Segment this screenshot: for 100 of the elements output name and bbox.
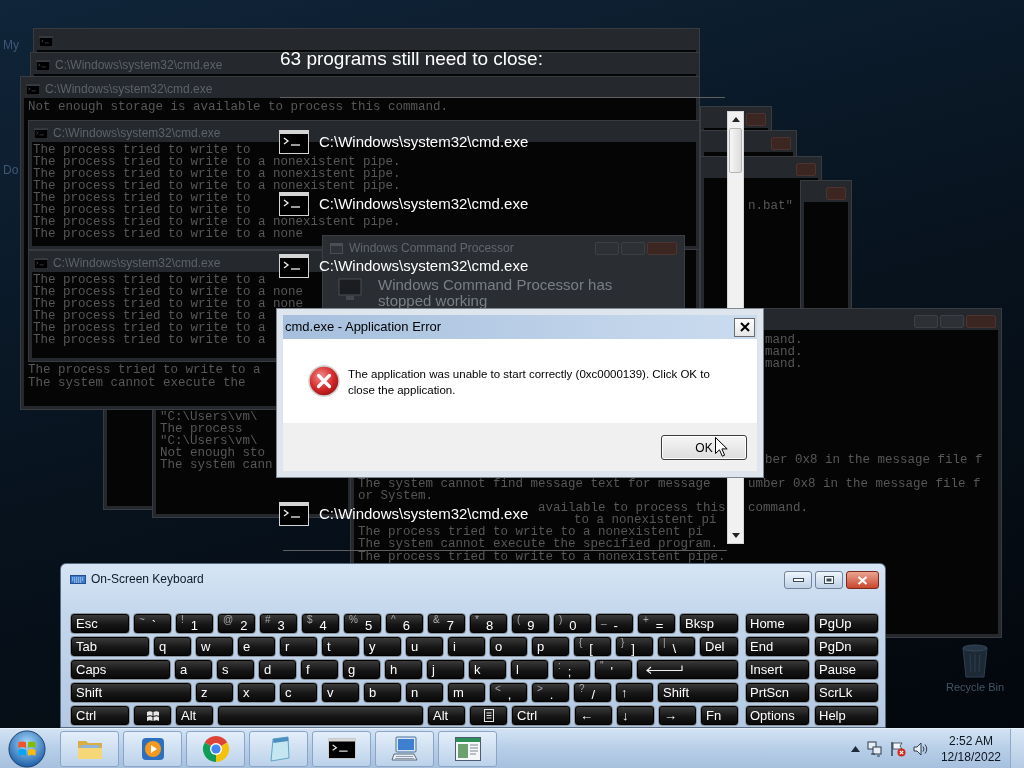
keyboard-key[interactable]: PrtScn — [745, 682, 810, 703]
keyboard-key[interactable]: a — [174, 659, 213, 680]
minimize-button[interactable] — [784, 571, 812, 589]
speaker-icon[interactable] — [912, 741, 928, 756]
keyboard-key[interactable]: ↓ — [616, 705, 655, 726]
keyboard-key[interactable]: Fn — [700, 705, 739, 726]
enter-key[interactable] — [636, 659, 739, 680]
keyboard-key[interactable]: PgDn — [814, 636, 879, 657]
caret-down-icon[interactable] — [731, 533, 740, 538]
keyboard-key[interactable]: n — [405, 682, 444, 703]
caret-up-icon[interactable] — [850, 745, 860, 752]
overlay-heading: 63 programs still need to close: — [280, 47, 543, 71]
keyboard-key[interactable]: z — [195, 682, 234, 703]
space-key[interactable] — [217, 705, 424, 726]
keyboard-key[interactable]: # 3 — [259, 613, 298, 634]
flag-alert-icon[interactable] — [889, 740, 906, 757]
keyboard-key[interactable]: Tab — [70, 636, 150, 657]
keyboard-key[interactable]: % 5 — [343, 613, 382, 634]
keyboard-key[interactable]: Ctrl — [70, 705, 130, 726]
maximize-button[interactable] — [815, 571, 843, 589]
console-icon — [34, 127, 48, 139]
keyboard-key[interactable]: Alt — [175, 705, 214, 726]
keyboard-key[interactable]: > . — [531, 682, 570, 703]
caret-up-icon[interactable] — [731, 117, 740, 122]
keyboard-key[interactable]: PgUp — [814, 613, 879, 634]
start-button[interactable] — [7, 729, 47, 768]
keyboard-key[interactable]: ? / — [573, 682, 612, 703]
keyboard-key[interactable]: ! 1 — [175, 613, 214, 634]
keyboard-key[interactable]: & 7 — [427, 613, 466, 634]
close-button[interactable] — [734, 317, 755, 337]
keyboard-key[interactable]: i — [447, 636, 486, 657]
keyboard-key[interactable]: o — [489, 636, 528, 657]
keyboard-key[interactable]: _ - — [595, 613, 634, 634]
keyboard-key[interactable]: @ 2 — [217, 613, 256, 634]
keyboard-key[interactable]: w — [195, 636, 234, 657]
keyboard-key[interactable]: u — [405, 636, 444, 657]
menu-key[interactable] — [469, 705, 508, 726]
keyboard-key[interactable]: q — [153, 636, 192, 657]
clock-date: 12/18/2022 — [940, 748, 1001, 765]
keyboard-key[interactable]: t — [321, 636, 360, 657]
keyboard-key[interactable]: Home — [745, 613, 810, 634]
keyboard-key[interactable]: { [ — [573, 636, 612, 657]
keyboard-key[interactable]: } ] — [615, 636, 654, 657]
keyboard-key[interactable]: Shift — [70, 682, 192, 703]
keyboard-key[interactable]: k — [468, 659, 507, 680]
keyboard-key[interactable]: f — [300, 659, 339, 680]
taskbar-button[interactable] — [438, 730, 497, 767]
keyboard-key[interactable]: m — [447, 682, 486, 703]
keyboard-key[interactable]: ScrLk — [814, 682, 879, 703]
keyboard-key[interactable]: End — [745, 636, 810, 657]
keyboard-key[interactable]: ( 9 — [511, 613, 550, 634]
keyboard-icon — [70, 574, 86, 584]
keyboard-key[interactable]: s — [216, 659, 255, 680]
keyboard-key[interactable]: l — [510, 659, 549, 680]
keyboard-key[interactable]: e — [237, 636, 276, 657]
keyboard-key[interactable]: : ; — [552, 659, 591, 680]
keyboard-key[interactable]: ~ ` — [133, 613, 172, 634]
keyboard-key[interactable]: g — [342, 659, 381, 680]
keyboard-key[interactable]: ) 0 — [553, 613, 592, 634]
keyboard-key[interactable]: → — [658, 705, 697, 726]
keyboard-key[interactable]: ↑ — [615, 682, 654, 703]
keyboard-key[interactable]: $ 4 — [301, 613, 340, 634]
keyboard-key[interactable]: + = — [637, 613, 676, 634]
keyboard-key[interactable]: h — [384, 659, 423, 680]
console-line: available to process this — [538, 502, 726, 514]
keyboard-key[interactable]: Ctrl — [511, 705, 571, 726]
keyboard-key[interactable]: " ' — [594, 659, 633, 680]
keyboard-key[interactable]: Shift — [657, 682, 739, 703]
keyboard-key[interactable]: ^ 6 — [385, 613, 424, 634]
keyboard-key[interactable]: v — [321, 682, 360, 703]
keyboard-key[interactable]: b — [363, 682, 402, 703]
keyboard-key[interactable]: ← — [574, 705, 613, 726]
keyboard-key[interactable]: p — [531, 636, 570, 657]
network-icon[interactable] — [866, 740, 883, 757]
console-line: The process tried to write to — [33, 204, 251, 216]
keyboard-key[interactable]: d — [258, 659, 297, 680]
keyboard-key[interactable]: Alt — [427, 705, 466, 726]
keyboard-key[interactable]: Pause — [814, 659, 879, 680]
keyboard-key[interactable]: < , — [489, 682, 528, 703]
window-icon — [330, 242, 343, 254]
keyboard-key[interactable]: * 8 — [469, 613, 508, 634]
scrollbar-thumb[interactable] — [729, 128, 742, 173]
keyboard-key[interactable]: j — [426, 659, 465, 680]
keyboard-key[interactable]: | \ — [657, 636, 696, 657]
keyboard-key[interactable]: c — [279, 682, 318, 703]
ok-button[interactable]: OK — [661, 435, 747, 460]
keyboard-key[interactable]: y — [363, 636, 402, 657]
keyboard-key[interactable]: Help — [814, 705, 879, 726]
keyboard-key[interactable]: r — [279, 636, 318, 657]
flag-key[interactable] — [133, 705, 172, 726]
console-line: Not enough sto — [160, 447, 266, 459]
keyboard-key[interactable]: Caps — [70, 659, 171, 680]
keyboard-key[interactable]: Insert — [745, 659, 810, 680]
keyboard-key[interactable]: Del — [699, 636, 739, 657]
keyboard-key[interactable]: Options — [745, 705, 810, 726]
close-button[interactable] — [846, 571, 879, 589]
keyboard-key[interactable]: Esc — [70, 613, 130, 634]
taskbar-button[interactable] — [312, 730, 371, 767]
keyboard-key[interactable]: x — [237, 682, 276, 703]
keyboard-key[interactable]: Bksp — [679, 613, 739, 634]
